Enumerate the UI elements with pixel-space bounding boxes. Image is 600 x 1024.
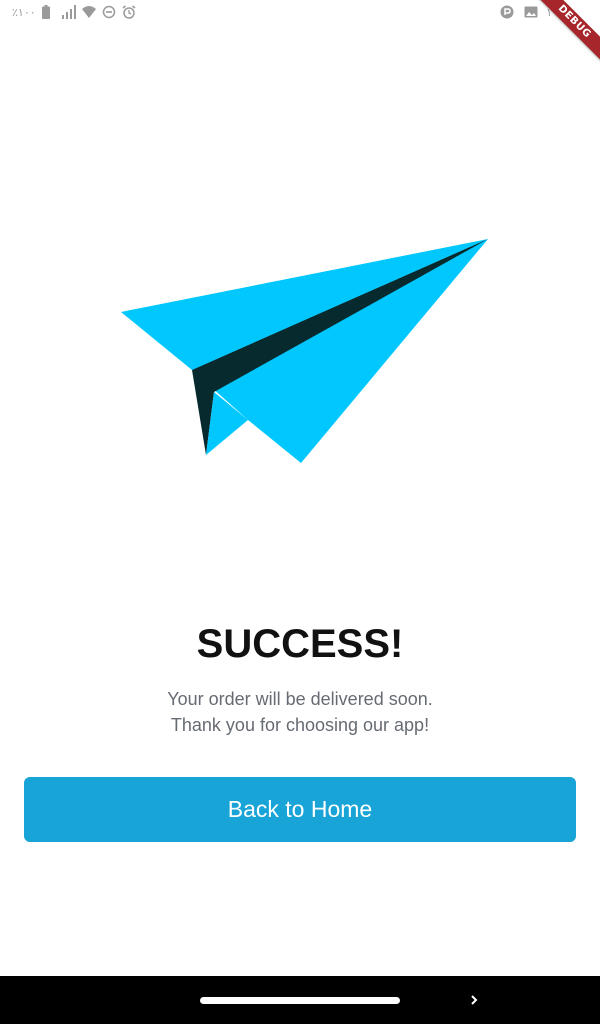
battery-percent: ٪١٠٠ xyxy=(12,6,36,19)
battery-icon xyxy=(41,5,56,19)
message-line-2: Thank you for choosing our app! xyxy=(170,715,430,735)
alarm-icon xyxy=(122,5,136,19)
home-gesture-pill[interactable] xyxy=(200,997,400,1004)
dnd-icon xyxy=(102,5,116,19)
status-left: ٪١٠٠ xyxy=(12,4,136,20)
message-line-1: Your order will be delivered soon. xyxy=(167,689,433,709)
paper-plane-icon xyxy=(118,236,492,468)
parking-icon xyxy=(500,5,514,19)
back-to-home-button[interactable]: Back to Home xyxy=(24,777,576,842)
success-message: Your order will be delivered soon. Thank… xyxy=(0,686,600,738)
system-nav-bar xyxy=(0,976,600,1024)
success-title: SUCCESS! xyxy=(196,622,404,666)
success-screen: ٪١٠٠ ١٩ DEBUG SUCCESS! Your order will b… xyxy=(0,0,600,1024)
image-icon xyxy=(524,5,538,19)
status-bar: ٪١٠٠ ١٩ xyxy=(0,0,600,26)
wifi-icon xyxy=(81,5,96,19)
signal-icon xyxy=(61,5,76,19)
chevron-right-icon[interactable] xyxy=(466,992,482,1008)
